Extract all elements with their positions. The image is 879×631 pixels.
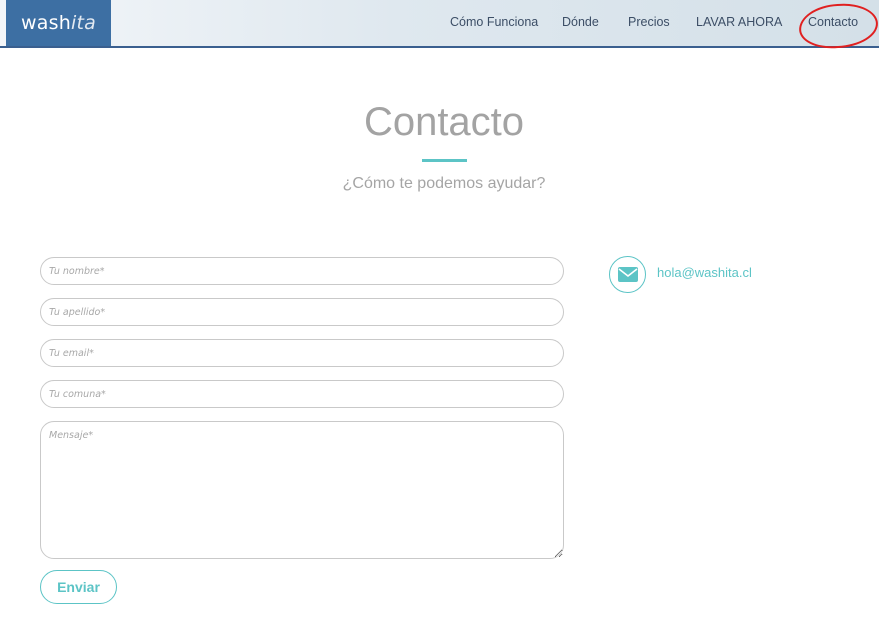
comuna-input[interactable]	[40, 380, 564, 408]
nav-item-precios[interactable]: Precios	[628, 0, 670, 44]
page-subtitle: ¿Cómo te podemos ayudar?	[342, 175, 546, 192]
email-input[interactable]	[40, 339, 564, 367]
envelope-icon	[618, 267, 638, 282]
nav-item-lavar-ahora[interactable]: LAVAR AHORA	[696, 0, 782, 44]
contact-email-link[interactable]: hola@washita.cl	[657, 265, 752, 280]
page-title: Contacto	[363, 100, 525, 144]
logo-text-light: ita	[70, 12, 96, 34]
nav-item-como-funciona[interactable]: Cómo Funciona	[450, 0, 538, 44]
washita-logo[interactable]: washita	[6, 0, 111, 46]
first-name-input[interactable]	[40, 257, 564, 285]
nav-item-donde[interactable]: Dónde	[562, 0, 599, 44]
last-name-input[interactable]	[40, 298, 564, 326]
nav-item-contacto[interactable]: Contacto	[808, 0, 858, 44]
logo-text-main: wash	[21, 12, 71, 34]
top-navbar: washita Cómo Funciona Dónde Precios LAVA…	[0, 0, 879, 51]
message-textarea[interactable]	[40, 421, 564, 559]
envelope-badge	[609, 256, 646, 293]
title-underline-divider	[422, 159, 467, 162]
submit-button[interactable]: Enviar	[40, 570, 117, 604]
